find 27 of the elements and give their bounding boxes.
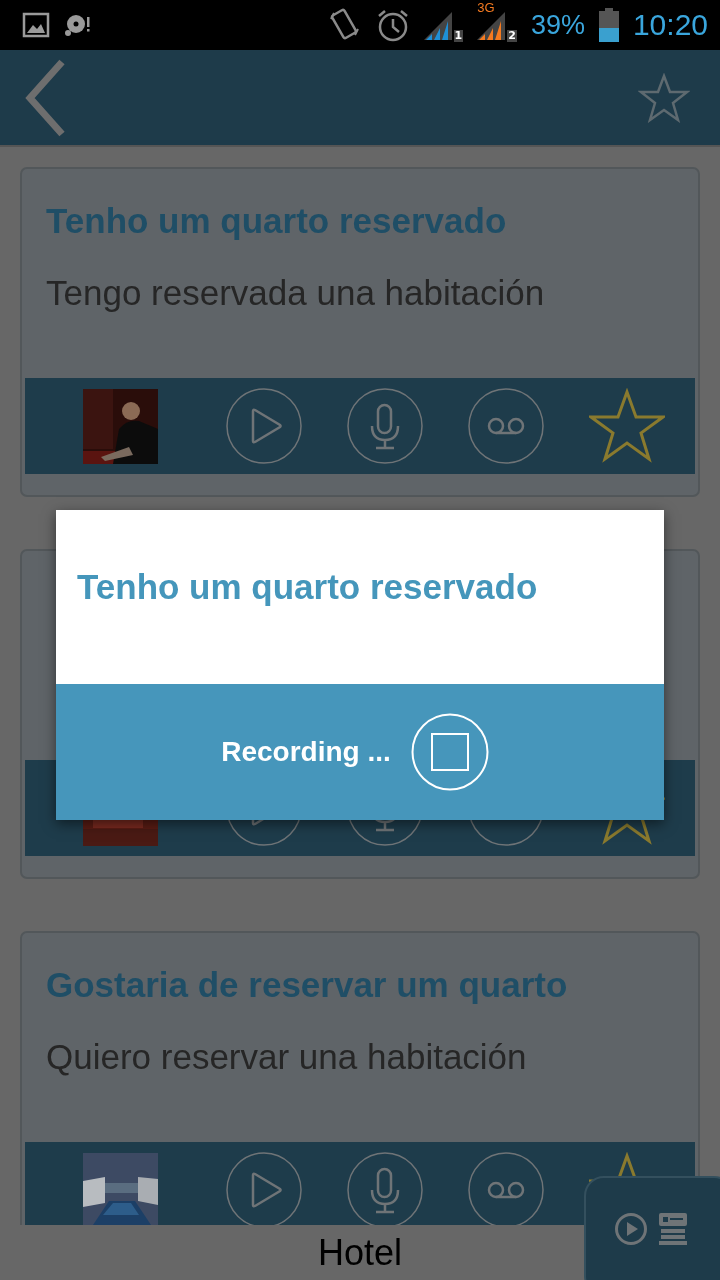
floating-menu[interactable] [584, 1176, 720, 1280]
disc-icon [64, 12, 92, 38]
phrase-translation: Tengo reservada una habitación [46, 272, 546, 314]
stop-button[interactable] [410, 713, 489, 791]
microphone-button[interactable] [347, 1152, 423, 1225]
play-icon [614, 1212, 648, 1246]
microphone-button[interactable] [347, 388, 423, 464]
recording-status: Recording ... [221, 736, 391, 768]
phrase-title: Tenho um quarto reservado [46, 200, 508, 242]
dialog-title: Tenho um quarto reservado [77, 567, 538, 607]
network-type: 3G [477, 0, 495, 15]
battery-percent: 39% [530, 9, 585, 41]
star-icon[interactable] [638, 72, 690, 123]
play-button[interactable] [226, 1152, 302, 1225]
clock: 10:20 [632, 8, 708, 42]
image-icon [22, 12, 50, 38]
phrase-title: Gostaria de reservar um quarto [46, 964, 569, 1006]
phrase-translation: Quiero reservar una habitación [46, 1036, 528, 1078]
favorite-star[interactable] [589, 388, 665, 464]
battery-icon [598, 8, 619, 42]
voicemail-button[interactable] [468, 388, 544, 464]
play-button[interactable] [226, 388, 302, 464]
sim-number: 1 [453, 30, 464, 42]
document-icon [658, 1212, 688, 1246]
category-title: Hotel [317, 1231, 402, 1274]
sim-number: 2 [507, 30, 517, 42]
voicemail-button[interactable] [468, 1152, 544, 1225]
